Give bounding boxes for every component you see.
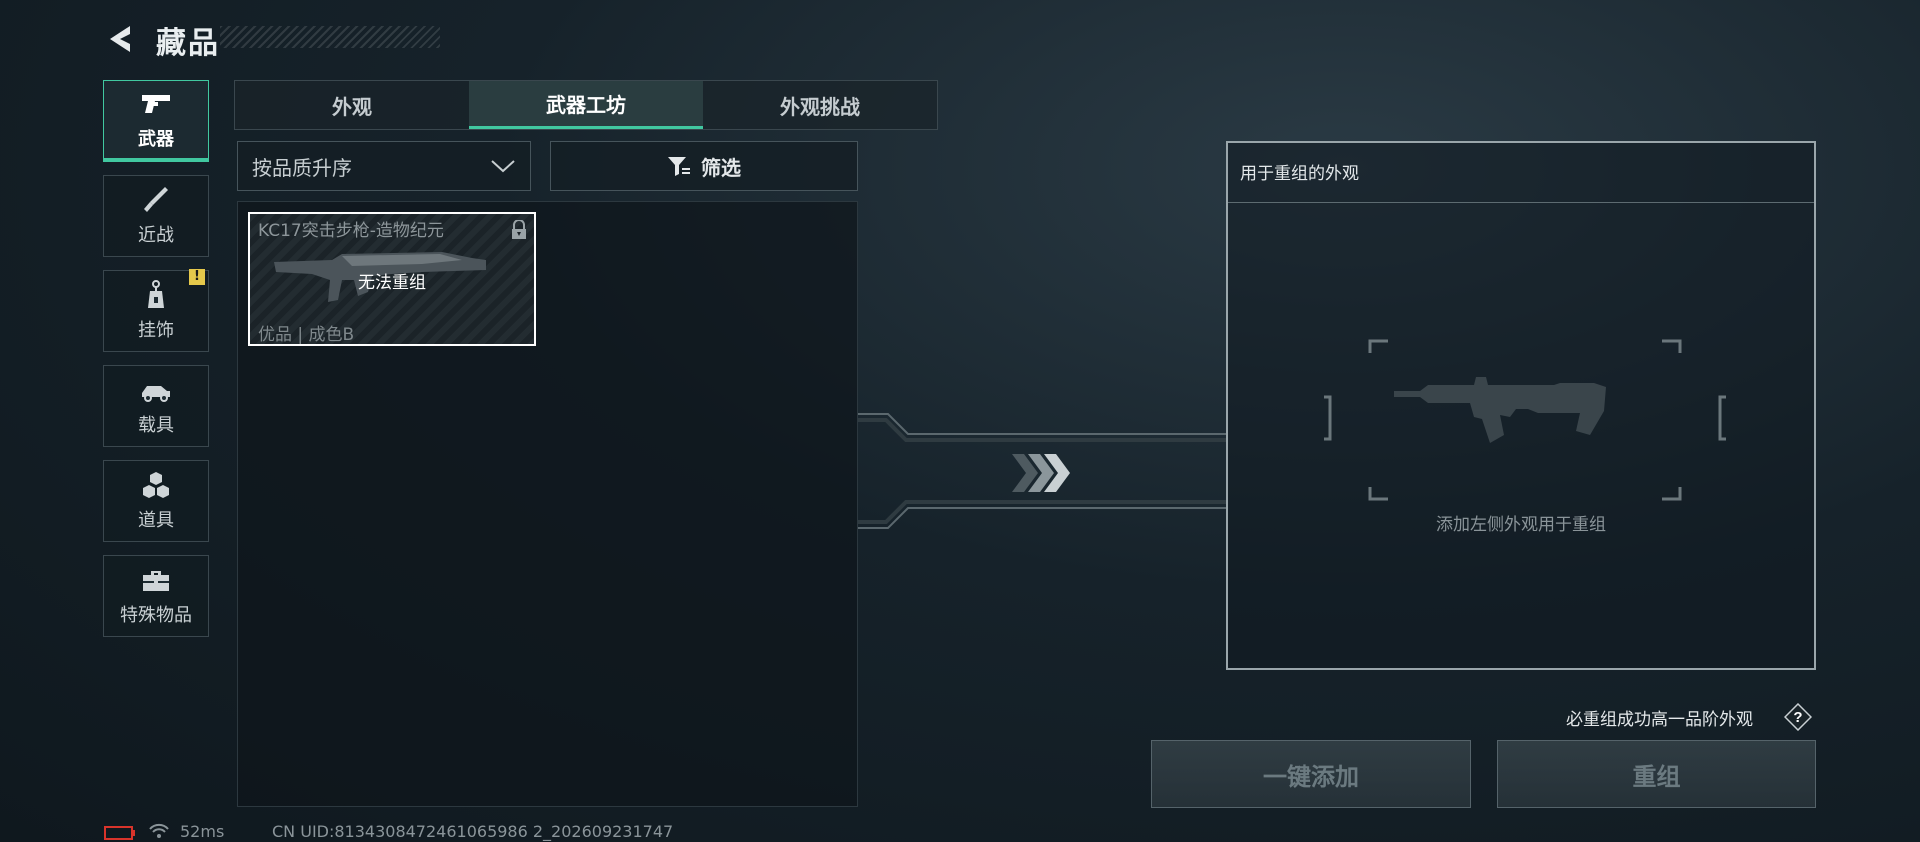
filter-icon xyxy=(668,157,690,176)
battery-low-icon xyxy=(104,826,135,840)
recombine-panel: 用于重组的外观 添加左侧外观用于重组 xyxy=(1226,141,1816,670)
sidebar-item-charms[interactable]: ! 挂饰 xyxy=(103,269,209,352)
appearance-name: KC17突击步枪-造物纪元 xyxy=(258,221,444,241)
sidebar-item-label: 载具 xyxy=(138,415,174,436)
help-icon[interactable]: ? xyxy=(1784,703,1812,731)
sidebar-item-special[interactable]: 特殊物品 xyxy=(103,555,209,637)
add-all-button[interactable]: 一键添加 xyxy=(1151,740,1471,808)
warning-badge: ! xyxy=(189,269,205,285)
knife-icon xyxy=(144,187,168,212)
filter-button[interactable]: 筛选 xyxy=(550,141,858,191)
back-button[interactable] xyxy=(104,22,134,56)
tab-appearance[interactable]: 外观 xyxy=(235,81,469,129)
pistol-icon xyxy=(142,94,170,113)
help-glyph: ? xyxy=(1793,709,1802,726)
user-uid: CN UID:8134308472461065986 2_20260923174… xyxy=(272,822,674,841)
back-arrow-icon xyxy=(110,26,130,52)
sidebar-item-label: 特殊物品 xyxy=(120,605,192,626)
sidebar-item-label: 道具 xyxy=(138,510,174,531)
sidebar-item-props[interactable]: 道具 xyxy=(103,460,209,542)
charm-icon xyxy=(148,280,164,308)
title-stripe-decoration xyxy=(220,26,440,48)
recombine-button[interactable]: 重组 xyxy=(1497,740,1816,808)
sidebar-item-label: 近战 xyxy=(138,225,174,246)
filter-label: 筛选 xyxy=(701,155,741,180)
recombine-panel-title: 用于重组的外观 xyxy=(1240,164,1359,184)
lock-icon xyxy=(512,220,526,239)
recombine-status: 无法重组 xyxy=(358,273,426,293)
tab-bar: 外观 武器工坊 外观挑战 xyxy=(234,80,938,130)
sort-dropdown[interactable]: 按品质升序 xyxy=(237,141,531,191)
chevron-down-icon xyxy=(491,160,515,173)
sidebar-item-vehicles[interactable]: 载具 xyxy=(103,365,209,447)
sidebar-item-melee[interactable]: 近战 xyxy=(103,175,209,257)
tab-appearance-challenge[interactable]: 外观挑战 xyxy=(703,81,937,129)
rifle-placeholder-icon xyxy=(1324,339,1726,501)
sidebar-item-label: 挂饰 xyxy=(138,320,174,341)
double-chevron-right-icon xyxy=(1012,454,1070,492)
divider xyxy=(1228,202,1814,203)
sidebar-item-label: 武器 xyxy=(138,128,174,150)
recombine-hint: 添加左侧外观用于重组 xyxy=(1436,515,1606,535)
vehicle-icon xyxy=(142,386,170,402)
cubes-icon xyxy=(143,472,169,498)
quality-label: 优品 | 成色B xyxy=(258,325,355,345)
tab-weapon-workshop[interactable]: 武器工坊 xyxy=(469,81,703,129)
page-title: 藏品 xyxy=(156,26,220,61)
sidebar-item-weapons[interactable]: 武器 xyxy=(103,80,209,162)
toolbox-icon xyxy=(143,571,169,591)
guarantee-text: 必重组成功高一品阶外观 xyxy=(1566,710,1753,730)
sort-label: 按品质升序 xyxy=(252,155,352,180)
wifi-icon xyxy=(149,823,169,838)
appearance-card[interactable]: KC17突击步枪-造物纪元 无法重组 优品 | 成色B xyxy=(248,212,536,346)
ping-value: 52ms xyxy=(180,822,225,841)
